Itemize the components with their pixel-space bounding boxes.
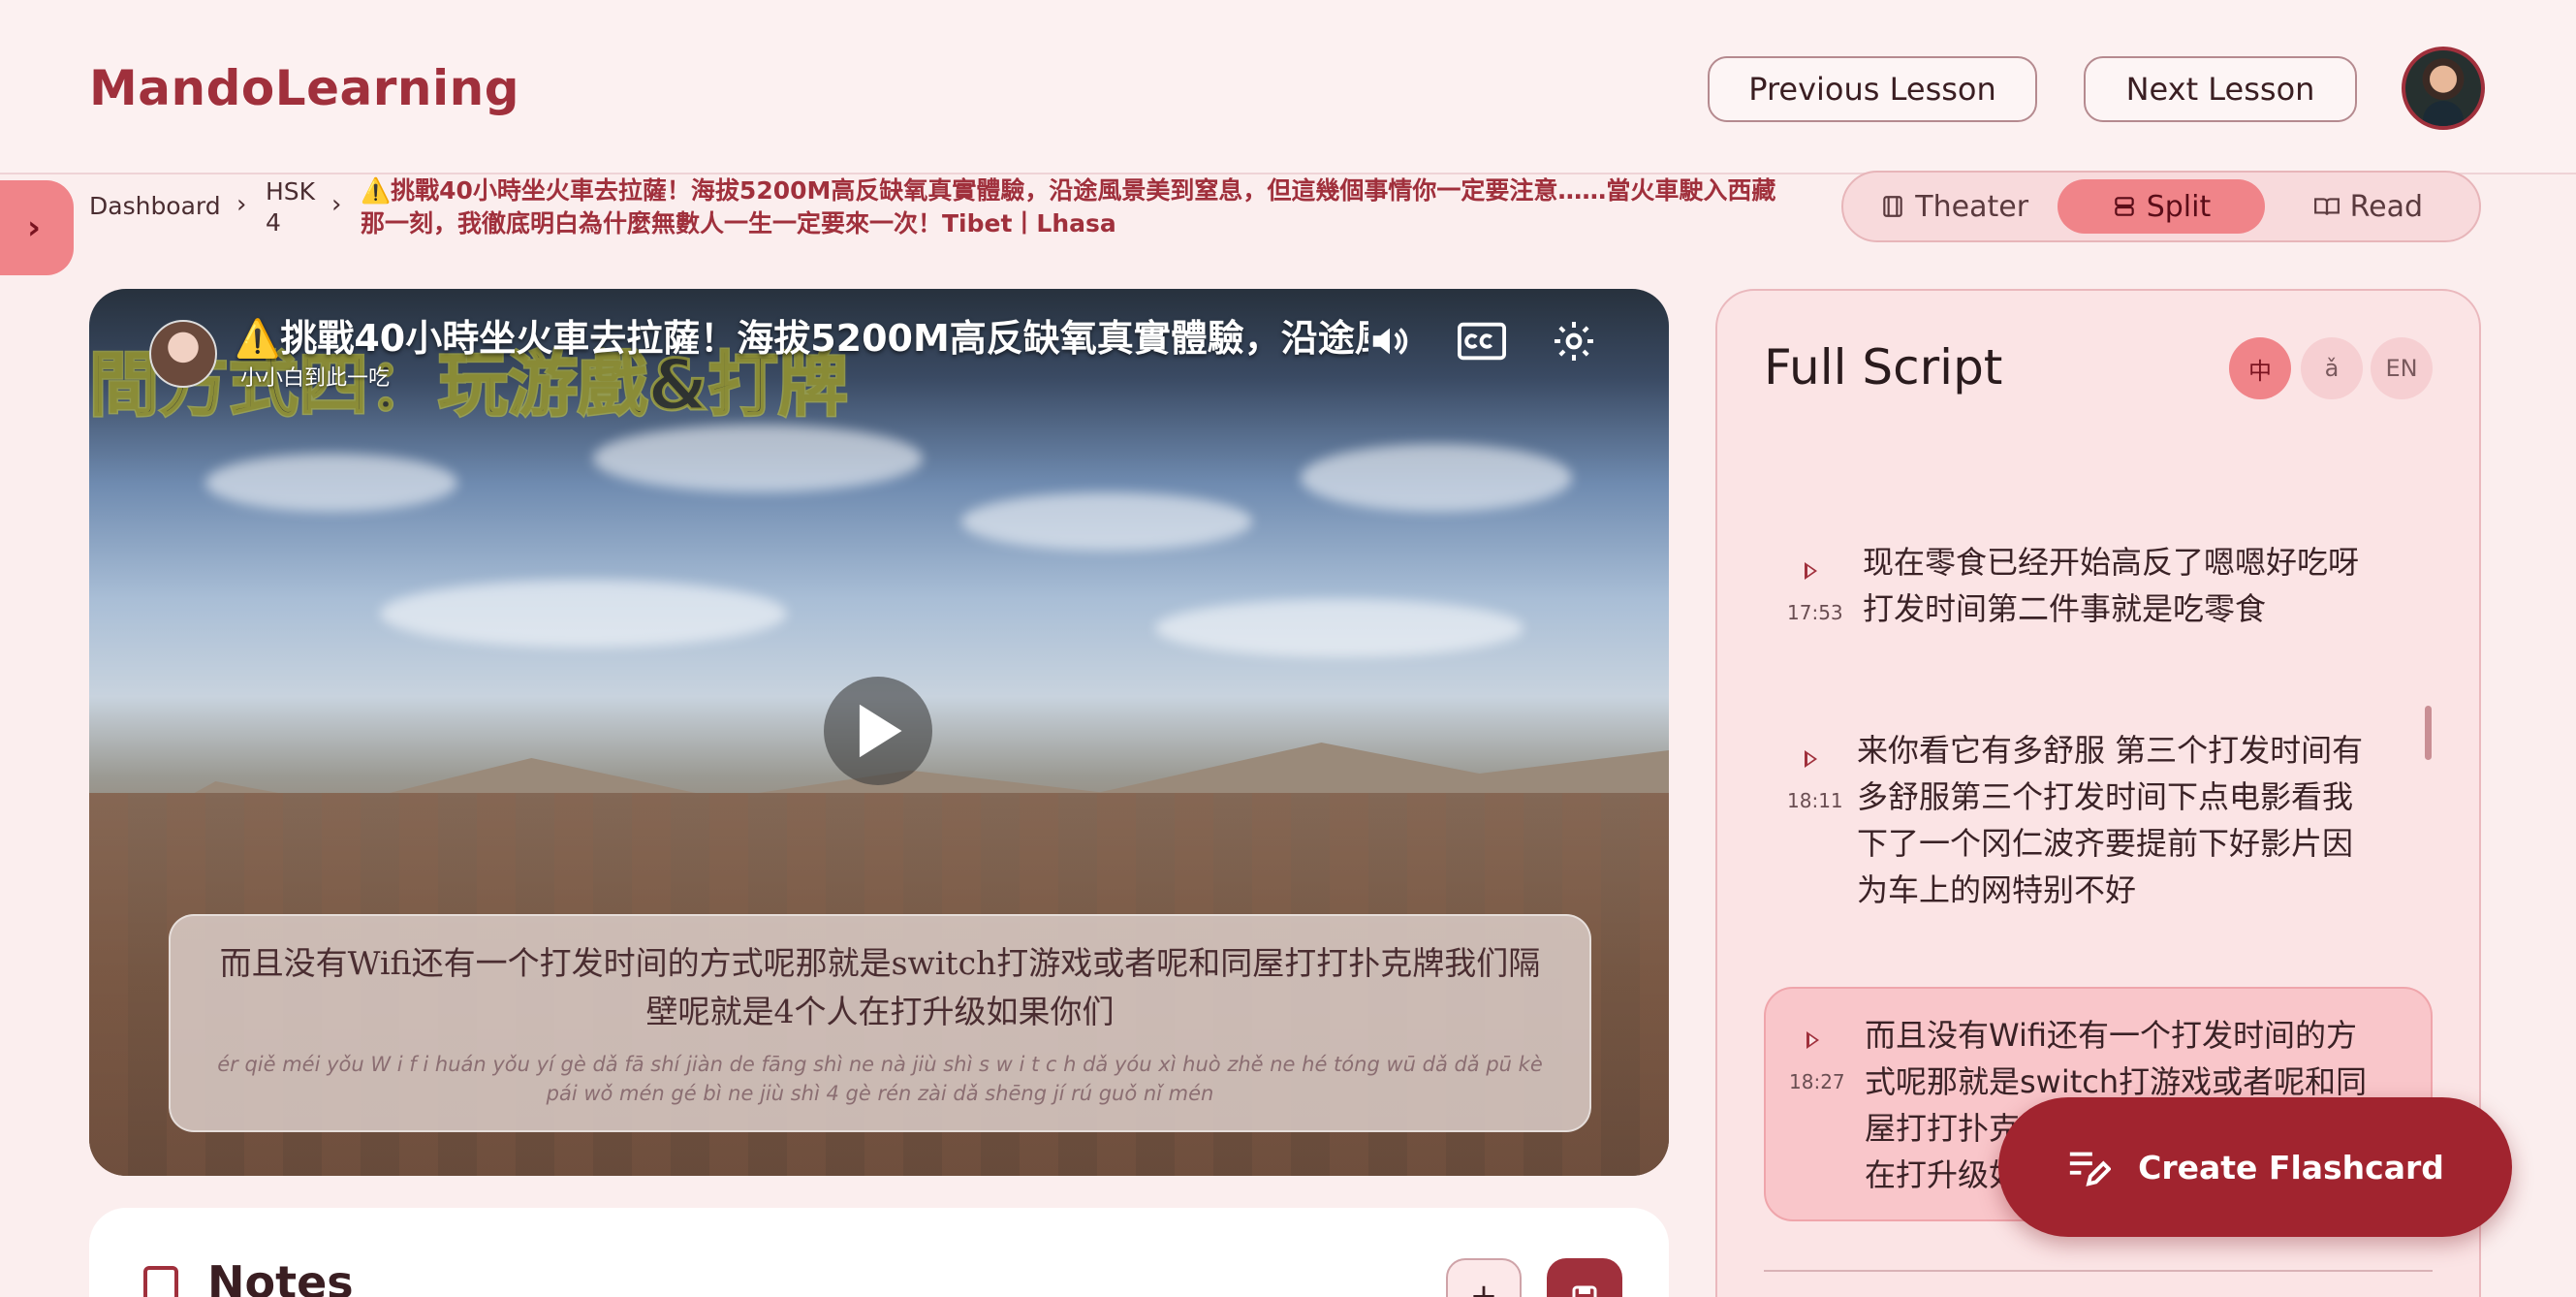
brand-logo[interactable]: MandoLearning bbox=[89, 60, 519, 116]
film-icon bbox=[1883, 196, 1903, 217]
notes-title: Notes bbox=[207, 1256, 354, 1297]
save-notes-button[interactable] bbox=[1547, 1258, 1622, 1297]
breadcrumb-separator-icon: › bbox=[236, 190, 247, 219]
settings-button[interactable] bbox=[1543, 310, 1605, 372]
notes-icon bbox=[143, 1266, 178, 1297]
subtitle-hanzi[interactable]: 而且没有Wifi还有一个打发时间的方式呢那就是switch打游戏或者呢和同屋打打… bbox=[209, 939, 1551, 1036]
gear-icon bbox=[1555, 322, 1593, 361]
play-line-icon[interactable] bbox=[1805, 562, 1817, 580]
channel-avatar[interactable] bbox=[149, 320, 217, 388]
captions-icon bbox=[1458, 322, 1506, 361]
line-timestamp: 18:11 bbox=[1787, 789, 1843, 812]
user-avatar[interactable] bbox=[2402, 47, 2485, 130]
mode-read-button[interactable]: Read bbox=[2265, 179, 2471, 234]
video-player[interactable]: 間方式四：玩游戲&打牌 ⚠️挑戰40小時坐火車去拉薩！海拔5200M高反缺氧真實… bbox=[89, 289, 1669, 1176]
play-line-icon[interactable] bbox=[1805, 750, 1817, 768]
script-scrollbar[interactable] bbox=[2425, 706, 2432, 760]
book-open-icon bbox=[2313, 198, 2340, 215]
breadcrumb-dashboard[interactable]: Dashboard bbox=[89, 192, 221, 220]
mode-split-button[interactable]: Split bbox=[2058, 179, 2265, 234]
play-line-icon[interactable] bbox=[1806, 1031, 1819, 1049]
edit-list-icon bbox=[2069, 1152, 2112, 1186]
lang-hanzi-toggle[interactable]: 中 bbox=[2229, 337, 2291, 399]
line-timestamp: 17:53 bbox=[1787, 601, 1843, 624]
view-mode-toggle: Theater Split Read bbox=[1841, 171, 2481, 242]
volume-icon bbox=[1372, 328, 1408, 355]
subtitle-pinyin: ér qiě méi yǒu W i f i huán yǒu yí gè dǎ… bbox=[217, 1053, 1543, 1105]
subtitle-overlay: 而且没有Wifi还有一个打发时间的方式呢那就是switch打游戏或者呢和同屋打打… bbox=[169, 914, 1591, 1132]
script-title: Full Script bbox=[1764, 339, 2003, 395]
script-line[interactable]: 17:53 现在零食已经开始高反了嗯嗯好吃呀 打发时间第二件事就是吃零食 bbox=[1764, 539, 2433, 655]
play-icon bbox=[859, 704, 902, 758]
video-title[interactable]: ⚠️挑戰40小時坐火車去拉薩！海拔5200M高反缺氧真實體驗，沿途風景美到窒息 bbox=[235, 308, 1368, 362]
breadcrumb-level[interactable]: HSK 4 bbox=[266, 176, 315, 238]
sidebar-toggle-button[interactable]: › bbox=[0, 180, 74, 275]
save-icon bbox=[1572, 1285, 1597, 1297]
breadcrumb-separator-icon: › bbox=[331, 190, 342, 219]
plus-icon: + bbox=[1469, 1277, 1498, 1297]
create-flashcard-button[interactable]: Create Flashcard bbox=[1998, 1097, 2512, 1237]
next-lesson-button[interactable]: Next Lesson bbox=[2084, 56, 2357, 122]
add-note-button[interactable]: + bbox=[1446, 1258, 1522, 1297]
play-button[interactable] bbox=[824, 677, 932, 785]
lang-pinyin-toggle[interactable]: ǎ bbox=[2301, 337, 2363, 399]
lang-english-toggle[interactable]: EN bbox=[2371, 337, 2433, 399]
volume-button[interactable] bbox=[1359, 310, 1421, 372]
chevron-right-icon: › bbox=[26, 208, 41, 247]
previous-lesson-button[interactable]: Previous Lesson bbox=[1708, 56, 2037, 122]
script-line[interactable]: 18:11 来你看它有多舒服 第三个打发时间有 多舒服第三个打发时间下点电影看我… bbox=[1764, 727, 2433, 921]
line-text: 来你看它有多舒服 第三个打发时间有 多舒服第三个打发时间下点电影看我 下了一个冈… bbox=[1857, 732, 2364, 908]
line-text: 现在零食已经开始高反了嗯嗯好吃呀 打发时间第二件事就是吃零食 bbox=[1863, 544, 2360, 627]
split-icon bbox=[2114, 197, 2134, 216]
line-timestamp: 18:27 bbox=[1789, 1070, 1845, 1093]
mode-theater-button[interactable]: Theater bbox=[1851, 179, 2058, 234]
channel-name[interactable]: 小小白到此一吃 bbox=[240, 361, 390, 392]
captions-button[interactable] bbox=[1451, 310, 1513, 372]
script-divider bbox=[1764, 1270, 2433, 1272]
breadcrumb-lesson-title: ⚠️挑戰40小時坐火車去拉薩！海拔5200M高反缺氧真實體驗，沿途風景美到窒息，… bbox=[361, 176, 1776, 237]
